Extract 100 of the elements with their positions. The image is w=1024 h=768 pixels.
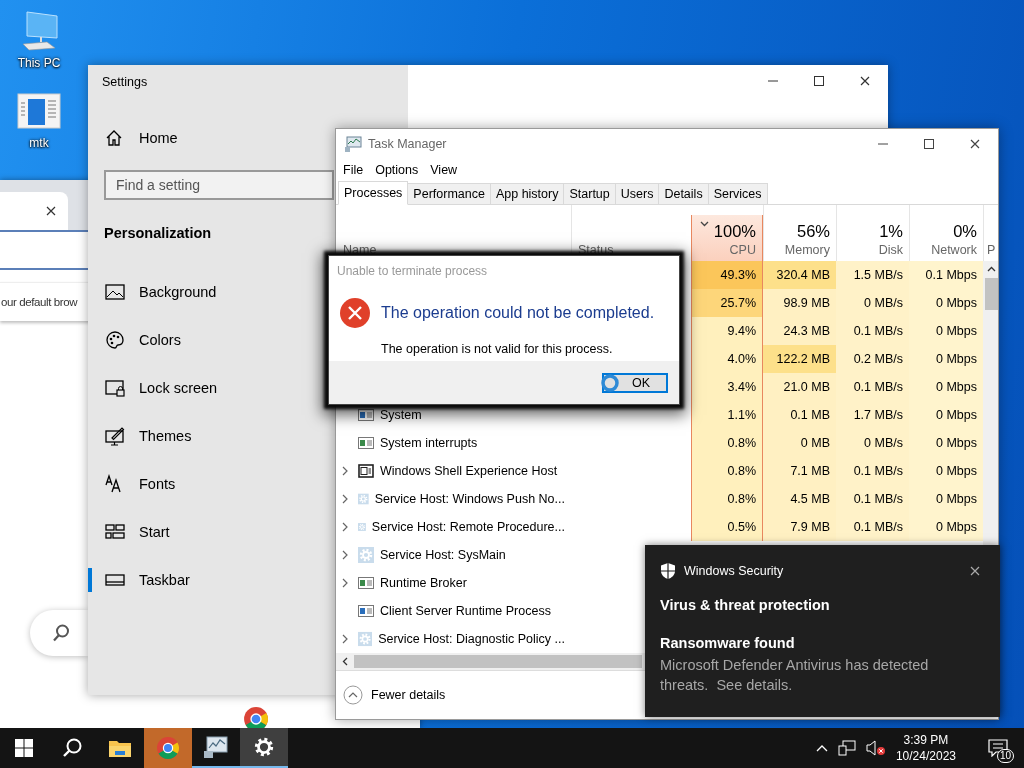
tab[interactable]: Processes	[338, 181, 409, 205]
nav-item[interactable]: Themes	[88, 412, 196, 460]
search-field[interactable]: Find a setting	[104, 170, 334, 200]
lock-screen-icon	[105, 378, 125, 398]
column-percent: 0%	[953, 222, 977, 241]
home-icon	[105, 129, 123, 147]
memory-cell: 122.2 MB	[763, 345, 836, 373]
column-percent: 56%	[796, 222, 830, 241]
collapse-icon	[343, 685, 363, 705]
scroll-thumb[interactable]	[354, 655, 642, 668]
menu-item[interactable]: File	[337, 163, 370, 177]
memory-cell: 21.0 MB	[763, 373, 836, 401]
tab[interactable]: Services	[707, 183, 768, 204]
cpu-cell: 1.1%	[691, 401, 763, 429]
window-title: Task Manager	[368, 137, 448, 151]
column-label: Network	[931, 243, 977, 257]
nav-item[interactable]: Background	[88, 268, 221, 316]
suggestion-item[interactable]: our default brow	[0, 296, 78, 308]
notification-title: Virus & threat protection	[660, 597, 831, 613]
column-label: Memory	[784, 243, 830, 257]
vertical-scrollbar[interactable]	[983, 261, 998, 545]
notification-heading: Ransomware found	[660, 635, 796, 651]
tab[interactable]: Startup	[563, 183, 616, 204]
nav-item[interactable]: Lock screen	[88, 364, 222, 412]
tab[interactable]: Users	[614, 183, 660, 204]
cpu-cell: 49.3%	[691, 261, 763, 289]
search-field[interactable]	[30, 610, 88, 656]
process-window-icon	[358, 407, 374, 423]
column-label: P	[987, 243, 996, 257]
close-icon	[46, 206, 56, 216]
column-header[interactable]: 100% CPU	[691, 215, 763, 261]
disk-cell: 0.1 MB/s	[836, 373, 909, 401]
home-link[interactable]: Home	[88, 120, 182, 156]
network-cell: 0.1 Mbps	[909, 261, 983, 289]
cpu-cell: 4.0%	[691, 345, 763, 373]
disk-cell: 0.1 MB/s	[836, 513, 909, 541]
process-window-icon	[358, 575, 374, 591]
nav-item[interactable]: Fonts	[88, 460, 180, 508]
tab[interactable]: Details	[658, 183, 709, 204]
taskbar-app[interactable]	[240, 728, 288, 768]
fewer-details-button[interactable]: Fewer details	[343, 685, 446, 705]
nav-item[interactable]: Colors	[88, 316, 185, 364]
process-name: System interrupts	[380, 436, 478, 450]
chevron-icon	[342, 578, 348, 588]
gear-icon	[358, 491, 369, 507]
clock-date[interactable]: 10/24/2023	[895, 748, 956, 764]
network-cell: 0 Mbps	[909, 373, 983, 401]
menu-item[interactable]: Options	[369, 163, 425, 177]
task-manager-icon	[203, 735, 229, 759]
network-cell: 0 Mbps	[909, 485, 983, 513]
network-cell: 0 Mbps	[909, 401, 983, 429]
disk-cell: 0.1 MB/s	[836, 457, 909, 485]
gear-icon	[358, 547, 374, 563]
folder-icon	[108, 738, 132, 758]
column-percent: 100%	[713, 222, 756, 241]
gear-icon	[358, 631, 373, 647]
clock-time[interactable]: 3:39 PM	[903, 732, 949, 748]
cpu-cell: 0.5%	[691, 513, 763, 541]
app-name: Windows Security	[684, 564, 785, 578]
cpu-cell: 0.8%	[691, 485, 763, 513]
cpu-cell: 0.8%	[691, 457, 763, 485]
column-label: Disk	[878, 243, 903, 257]
disk-cell: 1.5 MB/s	[836, 261, 909, 289]
notification-body: Microsoft Defender Antivirus has detected threats. See details.	[660, 656, 930, 695]
process-name: Service Host: Remote Procedure...	[371, 520, 565, 534]
nav-item[interactable]: Start	[88, 508, 174, 556]
scroll-thumb[interactable]	[985, 278, 998, 310]
process-name: Service Host: Windows Push No...	[374, 492, 565, 506]
process-name: Windows Shell Experience Host	[380, 464, 558, 478]
network-cell: 0 Mbps	[909, 317, 983, 345]
menu-item[interactable]: View	[424, 163, 464, 177]
process-name: Runtime Broker	[380, 576, 467, 590]
muted-speaker-icon	[865, 740, 886, 756]
gear-icon	[253, 736, 275, 758]
column-percent: 1%	[879, 222, 903, 241]
busy-cursor-icon	[601, 374, 619, 392]
process-name: Service Host: SysMain	[380, 548, 506, 562]
disk-cell: 0 MB/s	[836, 289, 909, 317]
action-center-button[interactable]: 10	[976, 728, 1020, 768]
scroll-up-icon	[987, 266, 996, 272]
nav-item[interactable]: Taskbar	[88, 556, 194, 604]
tab[interactable]: Performance	[407, 183, 491, 204]
chevron-icon	[342, 634, 348, 644]
cpu-cell: 0.8%	[691, 429, 763, 457]
shield-icon	[660, 562, 676, 580]
process-window-icon	[358, 603, 374, 619]
network-cell: 0 Mbps	[909, 345, 983, 373]
chrome-icon	[156, 736, 180, 760]
search-icon	[52, 624, 70, 642]
horizontal-scrollbar[interactable]	[336, 653, 646, 670]
network-cell: 0 Mbps	[909, 457, 983, 485]
disk-cell: 1.7 MB/s	[836, 401, 909, 429]
maximize-icon	[814, 76, 824, 86]
tiles-icon	[105, 522, 125, 542]
memory-cell: 320.4 MB	[763, 261, 836, 289]
memory-cell: 7.1 MB	[763, 457, 836, 485]
tab[interactable]: App history	[489, 183, 565, 204]
notification-count: 10	[996, 749, 1014, 763]
chevron-icon	[342, 494, 348, 504]
scroll-left-icon	[342, 657, 348, 666]
